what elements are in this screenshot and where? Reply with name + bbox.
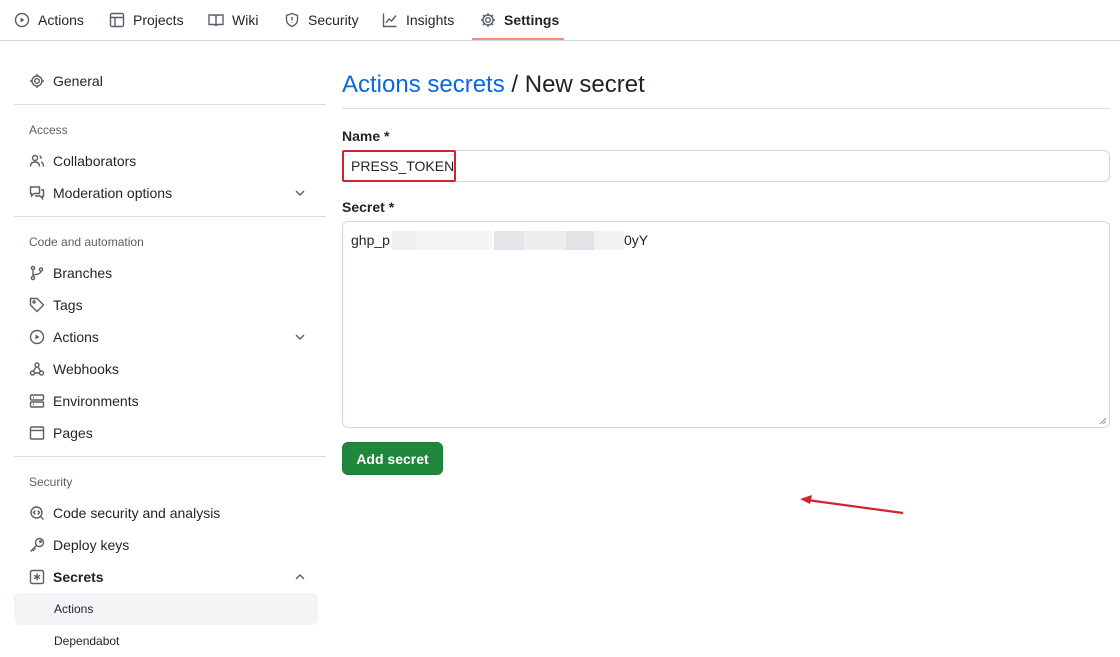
play-circle-icon bbox=[29, 329, 45, 345]
sidebar-subitem-label: Dependabot bbox=[54, 634, 120, 648]
chevron-down-icon[interactable] bbox=[292, 329, 308, 345]
tab-label: Insights bbox=[406, 12, 455, 28]
sidebar-item-label: Actions bbox=[53, 329, 99, 345]
sidebar-item-branches[interactable]: Branches bbox=[14, 257, 318, 289]
sidebar-item-label: General bbox=[53, 73, 103, 89]
redaction-block bbox=[494, 231, 524, 250]
table-icon bbox=[109, 12, 125, 28]
sidebar-item-label: Environments bbox=[53, 393, 139, 409]
gear-icon bbox=[30, 74, 44, 88]
people-icon bbox=[29, 154, 45, 167]
gear-icon bbox=[481, 13, 495, 27]
redaction-block bbox=[392, 231, 416, 250]
sidebar-item-label: Tags bbox=[53, 297, 83, 313]
sidebar-item-label: Branches bbox=[53, 265, 113, 281]
breadcrumb-link[interactable]: Actions secrets bbox=[342, 71, 505, 98]
tab-actions[interactable]: Actions bbox=[14, 0, 84, 40]
sidebar-item-moderation-options[interactable]: Moderation options bbox=[14, 177, 318, 209]
sidebar-item-tags[interactable]: Tags bbox=[14, 289, 318, 321]
breadcrumb-separator: / bbox=[504, 71, 525, 98]
sidebar-divider bbox=[14, 216, 326, 217]
secret-label: Secret * bbox=[342, 199, 395, 215]
name-input-value: PRESS_TOKEN bbox=[351, 158, 455, 174]
tab-label: Actions bbox=[38, 12, 84, 28]
sidebar-item-collaborators[interactable]: Collaborators bbox=[14, 145, 318, 177]
sidebar-item-label: Webhooks bbox=[53, 361, 119, 377]
shield-icon bbox=[285, 12, 299, 28]
sidebar-subitem-label: Actions bbox=[54, 602, 94, 616]
codescan-icon bbox=[30, 506, 44, 520]
tab-insights[interactable]: Insights bbox=[382, 0, 454, 40]
comment-discussion-icon bbox=[29, 186, 45, 201]
sidebar-heading-code-automation: Code and automation bbox=[29, 235, 144, 249]
page-title: Actions secrets / New secret bbox=[342, 71, 645, 99]
tab-security[interactable]: Security bbox=[284, 0, 359, 40]
redaction-block bbox=[524, 231, 566, 250]
play-circle-icon bbox=[14, 12, 30, 28]
tab-label: Security bbox=[308, 12, 359, 28]
tab-projects[interactable]: Projects bbox=[109, 0, 184, 40]
sidebar-heading-security: Security bbox=[29, 475, 73, 489]
redaction-block bbox=[594, 231, 624, 250]
secret-prefix: ghp_p bbox=[351, 232, 390, 248]
sidebar-item-actions[interactable]: Actions bbox=[14, 321, 318, 353]
sidebar-item-label: Collaborators bbox=[53, 153, 137, 169]
title-divider bbox=[342, 108, 1110, 109]
settings-sidebar: General Access Collaborators Moderation … bbox=[14, 41, 326, 657]
sidebar-heading-access: Access bbox=[29, 123, 68, 137]
browser-icon bbox=[29, 426, 45, 440]
sidebar-item-code-security[interactable]: Code security and analysis bbox=[14, 497, 318, 529]
sidebar-subitem-dependabot[interactable]: Dependabot bbox=[14, 625, 318, 657]
graph-icon bbox=[382, 13, 397, 28]
sidebar-item-label: Code security and analysis bbox=[53, 505, 221, 521]
redaction-block bbox=[566, 231, 594, 250]
chevron-up-icon[interactable] bbox=[292, 569, 308, 585]
add-secret-button[interactable]: Add secret bbox=[342, 442, 443, 475]
sidebar-item-deploy-keys[interactable]: Deploy keys bbox=[14, 529, 318, 561]
secret-textarea[interactable]: ghp_p 0yY bbox=[342, 221, 1110, 428]
redaction-block bbox=[416, 231, 492, 250]
chevron-down-icon[interactable] bbox=[292, 185, 308, 201]
key-icon bbox=[30, 537, 45, 552]
server-icon bbox=[29, 394, 45, 408]
sidebar-item-general[interactable]: General bbox=[14, 65, 318, 97]
webhook-icon bbox=[29, 362, 45, 376]
tab-label: Wiki bbox=[232, 12, 259, 28]
sidebar-item-label: Pages bbox=[53, 425, 93, 441]
tag-icon bbox=[29, 297, 45, 313]
sidebar-item-label: Moderation options bbox=[53, 185, 173, 201]
tab-label: Settings bbox=[504, 12, 560, 28]
book-icon bbox=[208, 14, 224, 27]
annotation-arrow-icon bbox=[800, 495, 904, 515]
secret-suffix: 0yY bbox=[623, 232, 649, 248]
sidebar-item-label: Deploy keys bbox=[53, 537, 130, 553]
sidebar-item-environments[interactable]: Environments bbox=[14, 385, 318, 417]
sidebar-item-label: Secrets bbox=[53, 569, 104, 585]
resize-grip-icon[interactable] bbox=[1099, 417, 1107, 425]
sidebar-divider bbox=[14, 456, 326, 457]
sidebar-subitem-actions[interactable]: Actions bbox=[14, 593, 318, 625]
breadcrumb-current: New secret bbox=[524, 71, 645, 98]
tab-settings[interactable]: Settings bbox=[480, 0, 559, 40]
asterisk-square-icon bbox=[29, 569, 45, 585]
tab-wiki[interactable]: Wiki bbox=[208, 0, 258, 40]
repo-nav: Actions Projects Wiki Security Insights … bbox=[0, 0, 1120, 41]
name-label: Name * bbox=[342, 128, 390, 144]
name-input[interactable]: PRESS_TOKEN bbox=[342, 150, 1110, 182]
sidebar-item-webhooks[interactable]: Webhooks bbox=[14, 353, 318, 385]
selected-tab-underline bbox=[472, 38, 564, 40]
git-branch-icon bbox=[30, 265, 44, 281]
sidebar-item-secrets[interactable]: Secrets bbox=[14, 561, 318, 593]
tab-label: Projects bbox=[133, 12, 184, 28]
sidebar-item-pages[interactable]: Pages bbox=[14, 417, 318, 449]
sidebar-divider bbox=[14, 104, 326, 105]
